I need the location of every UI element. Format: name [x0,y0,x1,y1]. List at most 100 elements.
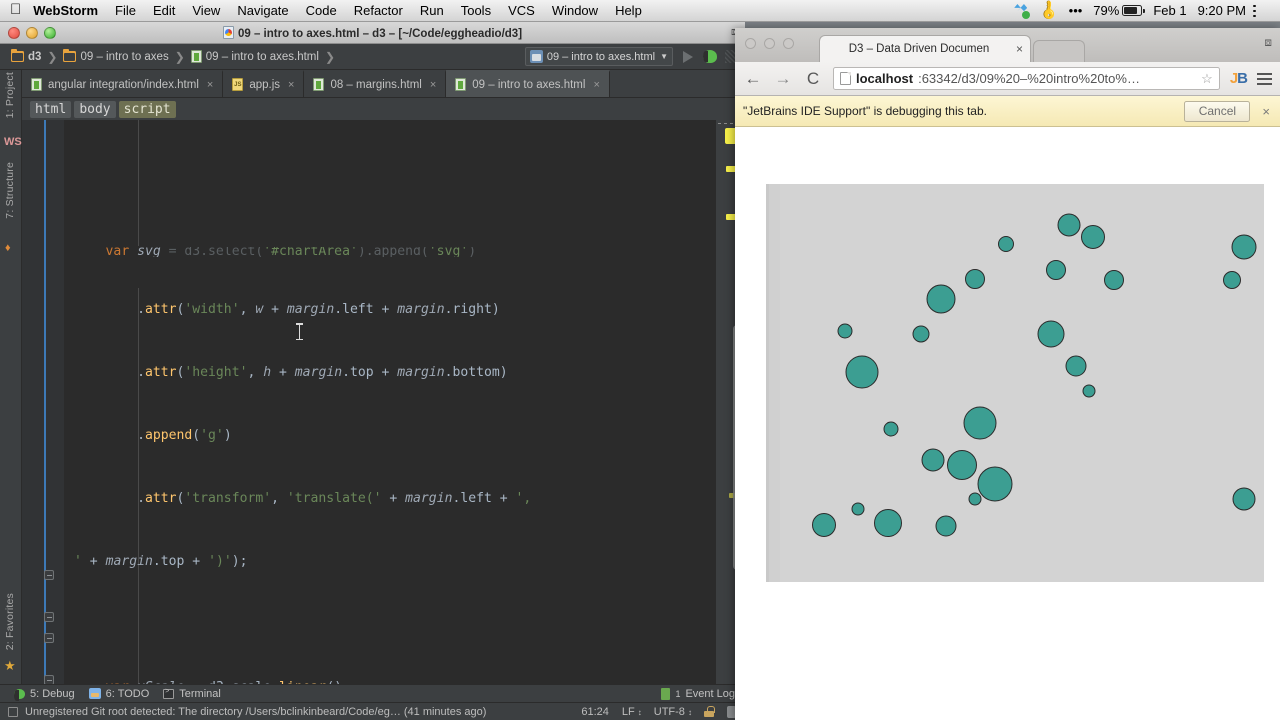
menubar-clock[interactable]: 9:20 PM [1198,3,1246,18]
status-toggle-checkbox[interactable] [8,706,18,717]
tool-window-todo[interactable]: 6: TODO [88,688,149,700]
code-editor[interactable]: var svg = d3.select('#chartArea').append… [22,120,715,684]
close-window-button[interactable] [745,38,756,49]
minimize-window-button[interactable] [764,38,775,49]
new-tab-button[interactable] [1033,40,1085,62]
breadcrumb-item-folder[interactable]: 09 – intro to axes [60,48,171,63]
close-tab-icon[interactable]: × [593,79,599,91]
sidebar-item-label: 2: Favorites [4,592,16,650]
tab-label: app.js [249,78,280,91]
chart-dot [1046,260,1066,280]
structure-crumb-script[interactable]: script [118,100,176,118]
reload-button[interactable]: C [803,69,823,89]
chart-dot [1081,225,1105,249]
notification-center-icon[interactable] [1253,4,1273,17]
page-info-icon[interactable] [840,72,851,85]
close-tab-icon[interactable]: × [430,79,436,91]
battery-status[interactable]: 79% [1093,3,1146,18]
back-button[interactable]: ← [743,69,763,89]
ellipsis-icon[interactable]: ••• [1069,3,1083,18]
cancel-button[interactable]: Cancel [1184,100,1251,122]
code-line: ' + margin.top + ')'); [74,554,248,569]
breadcrumb-separator: ❯ [324,49,335,64]
debug-button[interactable] [699,46,721,68]
menu-item-code[interactable]: Code [306,3,337,18]
bookmark-star-icon[interactable]: ☆ [1201,71,1213,87]
folder-icon [63,48,77,62]
menu-app-name[interactable]: WebStorm [33,3,98,18]
jetbrains-extension-icon[interactable]: JB [1230,70,1248,87]
event-log-entry[interactable]: 1 Event Log [661,687,735,700]
tool-window-terminal[interactable]: Terminal [163,688,221,700]
folded-region-marker [718,123,733,124]
battery-percent-label: 79% [1093,3,1120,18]
menu-item-edit[interactable]: Edit [153,3,175,18]
address-bar[interactable]: localhost:63342/d3/09%20–%20intro%20to%…… [833,67,1220,90]
tool-window-debug[interactable]: 5: Debug [14,687,75,701]
editor-tab-margins-html[interactable]: 08 – margins.html × [304,70,447,97]
chart-dot [1082,384,1096,398]
chart-dot [851,502,865,516]
dropbox-icon[interactable] [1014,3,1031,19]
close-tab-icon[interactable]: × [207,79,213,91]
structure-icon: ♦ [5,242,11,254]
close-tab-icon[interactable]: × [1016,42,1023,56]
editor-gutter[interactable] [22,120,64,684]
tab-label: angular integration/index.html [48,78,199,91]
chart-dot [1057,213,1081,237]
event-log-count: 1 [675,688,681,699]
close-tab-icon[interactable]: × [288,79,294,91]
code-fold-icon[interactable] [44,633,54,643]
editor-tab-app-js[interactable]: JS app.js × [223,70,305,97]
tool-window-label: 5: Debug [30,687,75,700]
chart-dot [883,421,899,437]
code-text-area[interactable]: var svg = d3.select('#chartArea').append… [64,120,715,684]
chart-dot [1037,320,1065,348]
menu-item-tools[interactable]: Tools [461,3,491,18]
code-fold-icon[interactable] [44,675,54,684]
code-fold-icon[interactable] [44,570,54,580]
key-icon[interactable]: 🔑 [1037,0,1061,23]
breadcrumb-item-d3[interactable]: d3 [8,48,44,63]
run-configuration-selector[interactable]: 09 – intro to axes.html ▼ [524,47,673,66]
sidebar-item-structure[interactable]: 7: Structure [0,162,21,219]
hamburger-menu-icon[interactable] [1257,72,1272,85]
encoding-selector[interactable]: UTF-8 ↕ [654,706,692,718]
menu-item-file[interactable]: File [115,3,136,18]
sidebar-item-favorites[interactable]: 2: Favorites [0,593,21,650]
chrome-browser-window: D3 – Data Driven Documen × ⧈ ← → C local… [735,28,1280,720]
zoom-window-button[interactable] [783,38,794,49]
sidebar-item-project[interactable]: 1: Project [0,72,21,118]
structure-crumb-body[interactable]: body [74,100,116,118]
forward-button[interactable]: → [773,69,793,89]
status-message[interactable]: Unregistered Git root detected: The dire… [25,706,486,718]
chrome-traffic-lights[interactable] [745,38,794,49]
unlocked-icon[interactable] [704,706,715,717]
menu-item-view[interactable]: View [192,3,220,18]
line-separator-label: LF [621,705,635,718]
tool-window-bar: 5: Debug 6: TODO Terminal 1 Event Log [0,684,745,702]
webstorm-navigation-toolbar: d3 ❯ 09 – intro to axes ❯ 09 – intro to … [0,44,745,70]
line-separator-selector[interactable]: LF ↕ [621,705,642,718]
close-infobar-icon[interactable]: × [1262,104,1270,119]
menu-item-navigate[interactable]: Navigate [237,3,288,18]
browser-tab-active[interactable]: D3 – Data Driven Documen × [819,35,1031,62]
menu-item-vcs[interactable]: VCS [508,3,535,18]
breadcrumb-item-file[interactable]: 09 – intro to axes.html [188,50,322,63]
menu-item-run[interactable]: Run [420,3,444,18]
caret-position[interactable]: 61:24 [581,706,609,718]
editor-tab-intro-to-axes-html[interactable]: 09 – intro to axes.html × [446,70,610,97]
gutter-change-marker [44,120,46,684]
editor-tab-index-html[interactable]: angular integration/index.html × [22,70,224,97]
structure-crumb-html[interactable]: html [30,100,72,118]
code-line: .attr('height', h + margin.top + margin.… [74,365,508,380]
run-button[interactable] [677,46,699,68]
menu-item-refactor[interactable]: Refactor [354,3,403,18]
fullscreen-icon[interactable]: ⧈ [1264,35,1272,50]
menu-item-help[interactable]: Help [615,3,642,18]
code-fold-icon[interactable] [44,612,54,622]
menubar-date[interactable]: Feb 1 [1153,3,1186,18]
apple-menu-icon[interactable]:  [10,2,21,17]
chart-dot [977,466,1013,502]
menu-item-window[interactable]: Window [552,3,598,18]
